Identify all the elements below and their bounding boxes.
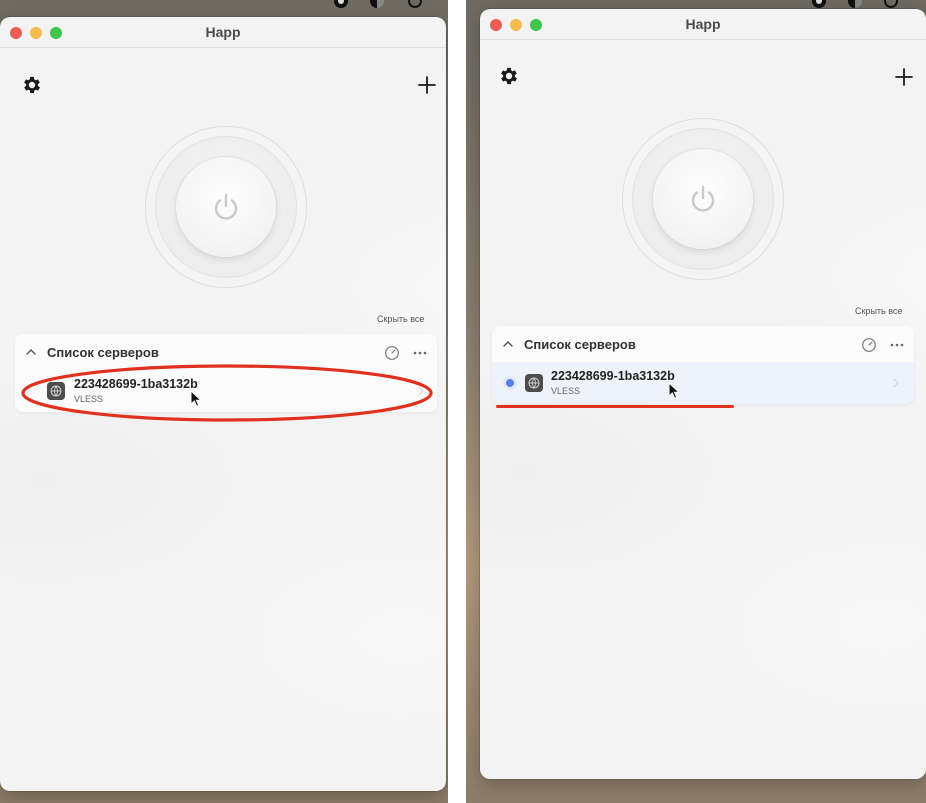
contrast-icon[interactable] (848, 0, 862, 8)
ellipsis-icon[interactable] (889, 337, 905, 353)
underline-annotation (496, 405, 734, 408)
server-list-title: Список серверов (47, 345, 159, 360)
chevron-right-icon[interactable] (892, 378, 900, 388)
plus-icon[interactable] (417, 75, 437, 95)
highlight-ellipse-annotation (21, 364, 433, 422)
hide-all-link[interactable]: Скрыть все (855, 306, 902, 316)
connect-toggle-ring (623, 119, 783, 279)
mouse-cursor (668, 382, 680, 399)
globe-icon (525, 374, 543, 392)
chevron-up-icon[interactable] (502, 338, 514, 350)
window-title: Happ (685, 16, 721, 32)
speedometer-icon[interactable] (861, 337, 877, 353)
creative-cloud-icon[interactable] (884, 0, 898, 8)
title-bar: Happ (480, 9, 926, 40)
selected-indicator (506, 379, 514, 387)
menu-bar-extras (0, 0, 448, 14)
gear-icon[interactable] (498, 65, 520, 87)
chevron-up-icon[interactable] (25, 346, 37, 358)
connect-toggle-ring (146, 127, 306, 287)
window-title: Happ (205, 24, 241, 40)
hide-all-link[interactable]: Скрыть все (377, 314, 424, 324)
record-icon[interactable] (334, 0, 348, 8)
server-protocol: VLESS (551, 386, 581, 396)
ellipsis-icon[interactable] (412, 345, 428, 361)
screenshot-panel-after: Happ Скрыть все Список серверов 22342869… (466, 0, 926, 803)
contrast-icon[interactable] (370, 0, 384, 8)
gear-icon[interactable] (21, 74, 43, 96)
server-row-selected[interactable]: 223428699-1ba3132b VLESS (492, 362, 914, 404)
speedometer-icon[interactable] (384, 345, 400, 361)
connect-toggle-button[interactable] (176, 157, 276, 257)
app-window: Happ Скрыть все Список серверов 22342869… (480, 9, 926, 779)
creative-cloud-icon[interactable] (408, 0, 422, 8)
power-icon (691, 185, 715, 212)
connect-toggle-button[interactable] (653, 149, 753, 249)
power-icon (214, 193, 238, 220)
app-window: Happ Скрыть все Список серверов 22342869… (0, 17, 446, 791)
server-name: 223428699-1ba3132b (551, 369, 675, 383)
server-list-title: Список серверов (524, 337, 636, 352)
title-bar: Happ (0, 17, 446, 48)
record-icon[interactable] (812, 0, 826, 8)
screenshot-panel-before: Happ Скрыть все Список серверов 22342869… (0, 0, 448, 803)
server-list-card: Список серверов 223428699-1ba3132b VLESS (492, 326, 914, 404)
server-list-header[interactable]: Список серверов (492, 326, 914, 362)
plus-icon[interactable] (894, 67, 914, 87)
